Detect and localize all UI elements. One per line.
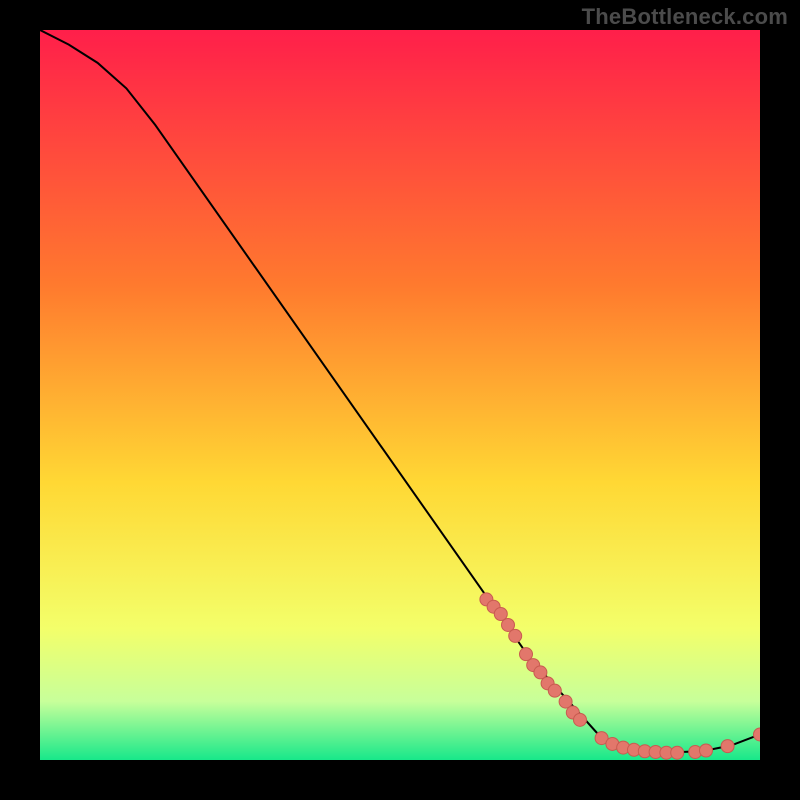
plot-area (40, 30, 760, 760)
data-point (548, 684, 561, 697)
data-point (671, 746, 684, 759)
bottleneck-curve-chart (40, 30, 760, 760)
data-point (574, 713, 587, 726)
data-point (509, 629, 522, 642)
watermark-text: TheBottleneck.com (582, 4, 788, 30)
data-point (721, 740, 734, 753)
chart-frame: TheBottleneck.com (0, 0, 800, 800)
gradient-background (40, 30, 760, 760)
data-point (700, 744, 713, 757)
